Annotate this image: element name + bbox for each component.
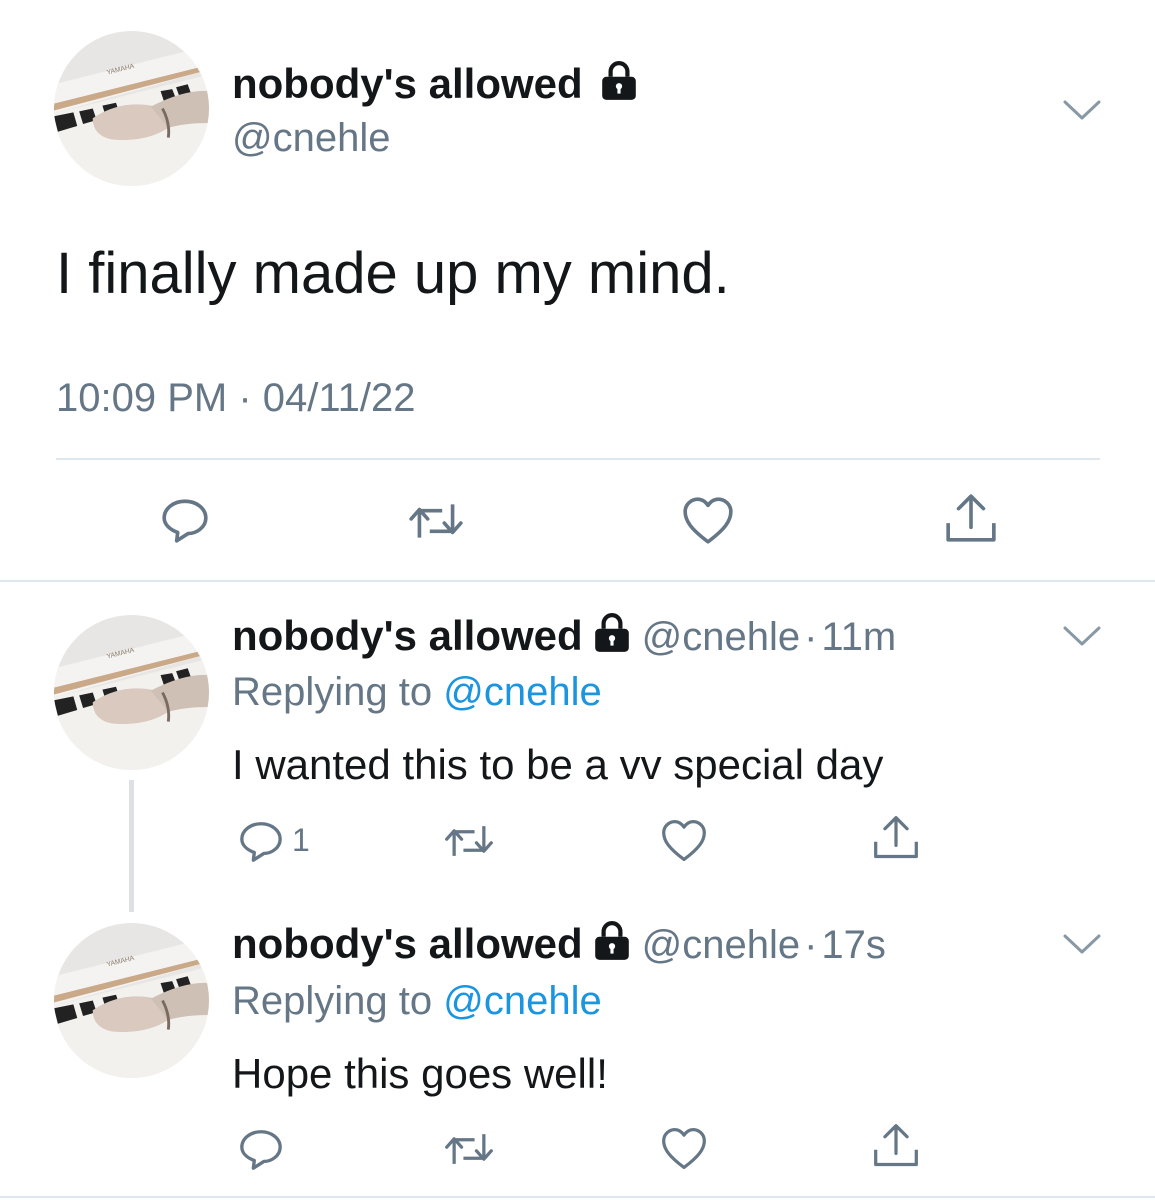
replying-to-label: Replying to [232,979,433,1023]
author-handle[interactable]: @cnehle [642,923,800,967]
avatar-image [54,615,209,770]
avatar-image [54,923,209,1078]
reply-icon[interactable] [238,818,284,864]
replying-to-label: Replying to [232,670,433,714]
separator-dot: · [804,615,818,659]
author-name-text: nobody's allowed [232,60,583,107]
reply-icon[interactable] [238,1126,284,1172]
avatar[interactable] [54,615,209,770]
reply-icon[interactable] [160,495,210,545]
reply-count: 1 [292,822,310,858]
tweet-text: I finally made up my mind. [56,241,730,306]
reply-time[interactable]: 11m [821,615,896,659]
thread-connector [129,780,134,912]
replying-to: Replying to @cnehle [232,979,602,1024]
replying-to-handle[interactable]: @cnehle [443,670,601,714]
author-name[interactable]: nobody's allowed [232,60,640,108]
divider [56,458,1100,460]
reply-header: nobody's allowed @cnehle · 17s [232,920,886,968]
share-icon[interactable] [872,1122,920,1170]
retweet-icon[interactable] [443,818,495,864]
chevron-down-icon[interactable] [1062,98,1102,122]
share-icon[interactable] [944,492,998,546]
replying-to-handle[interactable]: @cnehle [443,979,601,1023]
reply-header: nobody's allowed @cnehle · 11m [232,612,896,660]
reply-text: I wanted this to be a vv special day [232,741,884,788]
author-handle[interactable]: @cnehle [642,615,800,659]
divider [0,1196,1155,1198]
chevron-down-icon[interactable] [1062,624,1102,648]
reply-text: Hope this goes well! [232,1050,608,1097]
retweet-icon[interactable] [407,496,465,546]
retweet-icon[interactable] [443,1126,495,1172]
lock-icon [598,60,640,102]
tweet-timestamp[interactable]: 10:09 PM · 04/11/22 [56,376,416,421]
replying-to: Replying to @cnehle [232,670,602,715]
reply-time[interactable]: 17s [821,923,886,967]
avatar-image [54,31,209,186]
share-icon[interactable] [872,814,920,862]
avatar[interactable] [54,923,209,1078]
author-name-text[interactable]: nobody's allowed [232,612,583,659]
divider [0,580,1155,582]
author-name-text[interactable]: nobody's allowed [232,920,583,967]
author-handle[interactable]: @cnehle [232,116,390,161]
avatar[interactable] [54,31,209,186]
lock-icon [591,612,633,654]
heart-icon[interactable] [660,818,708,864]
chevron-down-icon[interactable] [1062,932,1102,956]
heart-icon[interactable] [660,1126,708,1172]
heart-icon[interactable] [681,496,735,546]
lock-icon [591,920,633,962]
separator-dot: · [804,923,818,967]
